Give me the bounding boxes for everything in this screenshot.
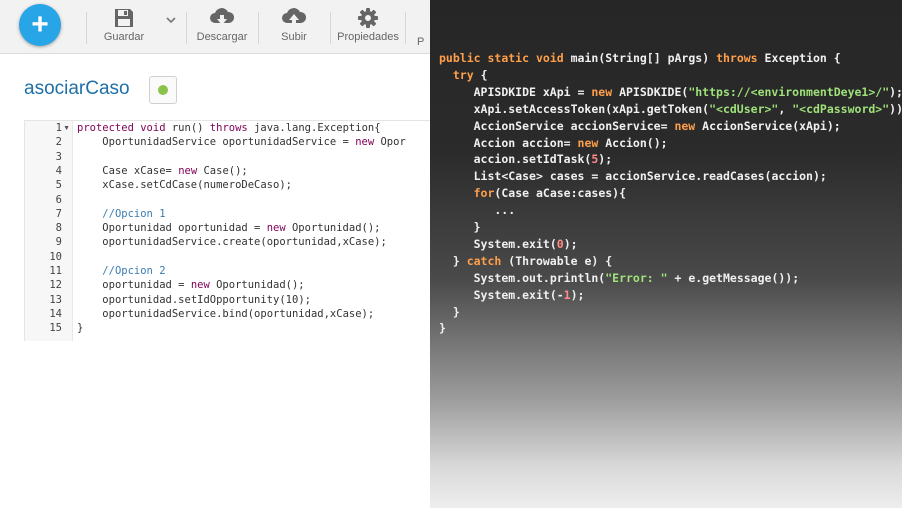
save-icon — [115, 9, 133, 27]
add-button[interactable]: + — [19, 4, 61, 46]
cloud-upload-icon — [282, 8, 307, 25]
toolbar-separator — [186, 12, 187, 44]
download-button[interactable]: Descargar — [192, 7, 252, 49]
overlay-code-line: AccionService accionService= new AccionS… — [473, 118, 841, 133]
line-number: 12 — [49, 279, 62, 292]
overlay-code-line: System.exit(0); — [473, 236, 578, 251]
line-number: 8 — [55, 222, 62, 235]
code-line: oportunidadService.bind(oportunidad,xCas… — [102, 307, 375, 320]
status-indicator[interactable] — [149, 76, 177, 104]
line-number: 3 — [55, 150, 62, 163]
download-label: Descargar — [196, 31, 248, 43]
line-number: 5 — [55, 179, 62, 192]
toolbar-separator — [330, 12, 331, 44]
overlay-code-line: } catch (Throwable e) { — [439, 253, 613, 268]
chevron-down-icon — [166, 17, 176, 24]
code-line: oportunidadService.create(oportunidad,xC… — [102, 236, 387, 249]
code-line: protected void run() throws java.lang.Ex… — [77, 122, 381, 134]
truncated-toolbar-button[interactable]: P — [417, 36, 430, 78]
line-number: 4 — [55, 164, 62, 177]
line-number: 13 — [49, 293, 62, 306]
overlay-code-line: accion.setIdTask(5); — [473, 152, 613, 167]
line-number-gutter: 1 2 3 4 5 6 7 8 9 10 11 12 13 14 15 ▼ — [25, 121, 73, 341]
fold-toggle-icon[interactable]: ▼ — [63, 125, 70, 132]
overlay-code-line: List<Case> cases = accionService.readCas… — [473, 169, 827, 184]
app-pane: + Guardar Descargar Subir Propiedades P … — [0, 0, 430, 508]
overlay-code-line: } — [439, 321, 446, 336]
code-line: //Opcion 2 — [102, 265, 166, 277]
code-editor[interactable]: 1 2 3 4 5 6 7 8 9 10 11 12 13 14 15 ▼ protected void ru… — [24, 120, 430, 341]
code-line: Oportunidad oportunidad = new Oportunida… — [102, 222, 381, 235]
line-number: 6 — [55, 193, 62, 206]
code-line: //Opcion 1 — [102, 207, 166, 220]
overlay-code-line: Accion accion= new Accion(); — [473, 135, 668, 150]
status-dot-icon — [158, 85, 168, 95]
save-button[interactable]: Guardar — [98, 7, 150, 49]
toolbar: + Guardar Descargar Subir Propiedades P — [0, 0, 430, 54]
code-line: xCase.setCdCase(numeroDeCaso); — [102, 179, 292, 192]
line-number: 11 — [49, 265, 62, 277]
code-overlay-panel: public static void main(String[] pArgs) … — [430, 0, 902, 508]
overlay-code-line: } — [439, 304, 460, 319]
code-line: OportunidadService oportunidadService = … — [102, 136, 406, 149]
properties-button[interactable]: Propiedades — [335, 7, 401, 49]
properties-label: Propiedades — [337, 31, 399, 43]
upload-label: Subir — [281, 31, 307, 43]
code-line: } — [77, 322, 84, 335]
gear-icon — [358, 8, 378, 28]
code-line: Case xCase= new Case(); — [102, 164, 248, 177]
upload-button[interactable]: Subir — [270, 7, 318, 49]
toolbar-separator — [258, 12, 259, 44]
overlay-code-line: System.out.println("Error: " + e.getMess… — [473, 270, 800, 285]
save-label: Guardar — [103, 31, 145, 43]
overlay-code-line: public static void main(String[] pArgs) … — [439, 51, 841, 65]
overlay-code-line: APISDKIDE xApi = new APISDKIDE("https://… — [473, 84, 902, 99]
line-number: 10 — [49, 250, 62, 263]
line-number: 1 — [55, 122, 62, 134]
toolbar-separator — [405, 12, 406, 44]
page-title: asociarCaso — [24, 78, 130, 99]
code-line: oportunidad.setIdOpportunity(10); — [102, 293, 311, 306]
overlay-code-line: } — [439, 220, 481, 234]
save-options-dropdown[interactable] — [163, 14, 179, 56]
code-line: oportunidad = new Oportunidad(); — [102, 279, 305, 292]
line-number: 2 — [55, 136, 62, 149]
line-number: 9 — [55, 236, 62, 249]
line-number: 15 — [49, 322, 62, 335]
add-icon: + — [31, 8, 49, 41]
overlay-code-line: ... — [439, 203, 516, 218]
cloud-download-icon — [210, 8, 235, 25]
overlay-code-line: for(Case aCase:cases){ — [473, 186, 627, 201]
toolbar-separator — [86, 12, 87, 44]
line-number: 14 — [49, 307, 62, 320]
overlay-code-line: try { — [452, 67, 488, 82]
line-number: 7 — [55, 207, 62, 220]
overlay-code-line: System.exit(-1); — [473, 287, 585, 302]
overlay-code-line: xApi.setAccessToken(xApi.getToken("<cdUs… — [473, 101, 902, 116]
truncated-toolbar-label: P — [417, 36, 425, 48]
